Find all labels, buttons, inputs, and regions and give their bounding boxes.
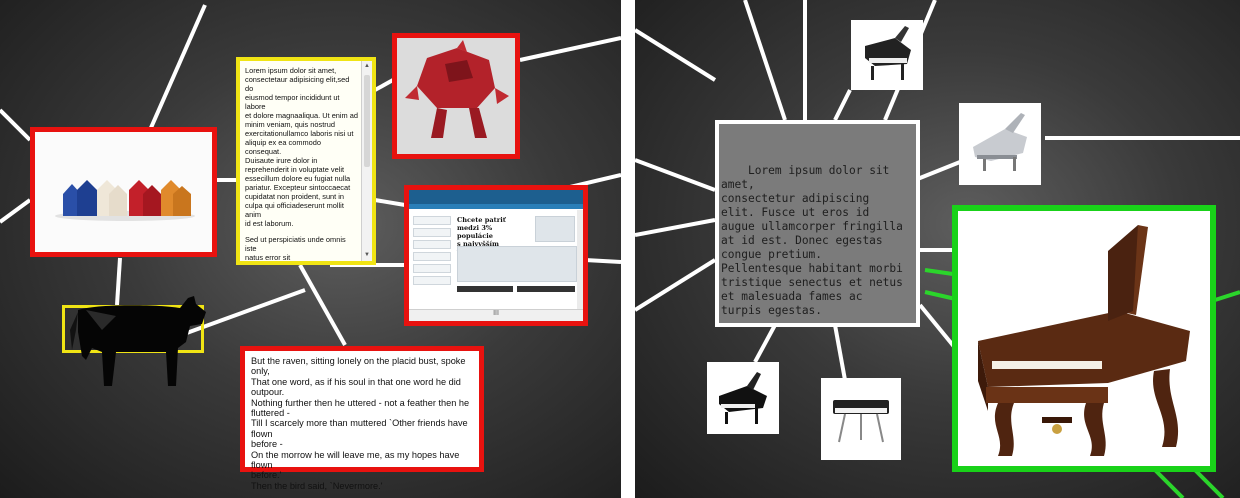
ornate-wooden-grand-piano-icon bbox=[958, 211, 1210, 466]
electric-keyboard-icon bbox=[825, 382, 897, 456]
scroll-up-icon[interactable]: ▲ bbox=[362, 62, 372, 71]
poem-line: before.' bbox=[251, 470, 282, 481]
origami-image-node[interactable] bbox=[392, 33, 520, 159]
piano-main-node[interactable] bbox=[952, 205, 1216, 472]
lorem-paragraph-2: Sed ut perspiciatis unde omnis iste natu… bbox=[245, 235, 346, 262]
poem-line: outpour. bbox=[251, 387, 285, 398]
scroll-down-icon[interactable]: ▼ bbox=[362, 251, 372, 260]
black-grand-piano-icon bbox=[711, 366, 775, 430]
gray-text-node[interactable]: Lorem ipsum dolor sit amet, consectetur … bbox=[715, 120, 920, 327]
gray-lorem-text: Lorem ipsum dolor sit amet, consectetur … bbox=[721, 164, 903, 317]
poem-line: Nothing further then he uttered - not a … bbox=[251, 397, 470, 408]
poem-line: That one word, as if his soul in that on… bbox=[251, 376, 461, 387]
lorem-text-node[interactable]: Lorem ipsum dolor sit amet, consectetaur… bbox=[236, 57, 376, 265]
web-screenshot-node[interactable]: Chcete patriť medzi 3% populácie s najvy… bbox=[404, 185, 588, 326]
piano-silver-node[interactable] bbox=[959, 103, 1041, 185]
poem-line: Till I scarcely more than muttered `Othe… bbox=[251, 418, 471, 439]
piano-small-left-node[interactable] bbox=[707, 362, 779, 434]
poem-line: fluttered - bbox=[251, 408, 290, 419]
web-vertical-scrollbar[interactable] bbox=[577, 210, 583, 310]
grand-piano-icon bbox=[855, 24, 919, 86]
lorem-scrollbar[interactable]: ▲ ▼ bbox=[361, 61, 372, 261]
blocks-image-node[interactable] bbox=[30, 127, 217, 257]
poem-line: On the morrow he will leave me, as my ho… bbox=[251, 449, 462, 471]
scroll-grip-icon: III bbox=[493, 310, 499, 317]
web-page-thumbnail: Chcete patriť medzi 3% populácie s najvy… bbox=[409, 190, 583, 321]
piano-top-node[interactable] bbox=[851, 20, 923, 90]
red-origami-creature-icon bbox=[397, 38, 515, 154]
right-mindmap-panel[interactable]: Lorem ipsum dolor sit amet, consectetur … bbox=[635, 0, 1240, 498]
scroll-thumb[interactable] bbox=[364, 75, 370, 167]
poem-text-node[interactable]: But the raven, sitting lonely on the pla… bbox=[240, 346, 484, 491]
web-horizontal-scrollbar[interactable]: III bbox=[409, 309, 583, 321]
silver-grand-piano-icon bbox=[963, 107, 1037, 181]
poem-line: But the raven, sitting lonely on the pla… bbox=[251, 356, 469, 377]
poem-line: Then the bird said, `Nevermore.' bbox=[251, 480, 383, 491]
black-cow-silhouette-icon bbox=[70, 296, 206, 386]
lorem-paragraph-1: Lorem ipsum dolor sit amet, consectetaur… bbox=[245, 66, 358, 228]
wooden-house-blocks-icon bbox=[35, 132, 212, 252]
left-mindmap-panel[interactable]: Lorem ipsum dolor sit amet, consectetaur… bbox=[0, 0, 621, 498]
poem-line: before - bbox=[251, 439, 283, 450]
keyboard-node[interactable] bbox=[821, 378, 901, 460]
